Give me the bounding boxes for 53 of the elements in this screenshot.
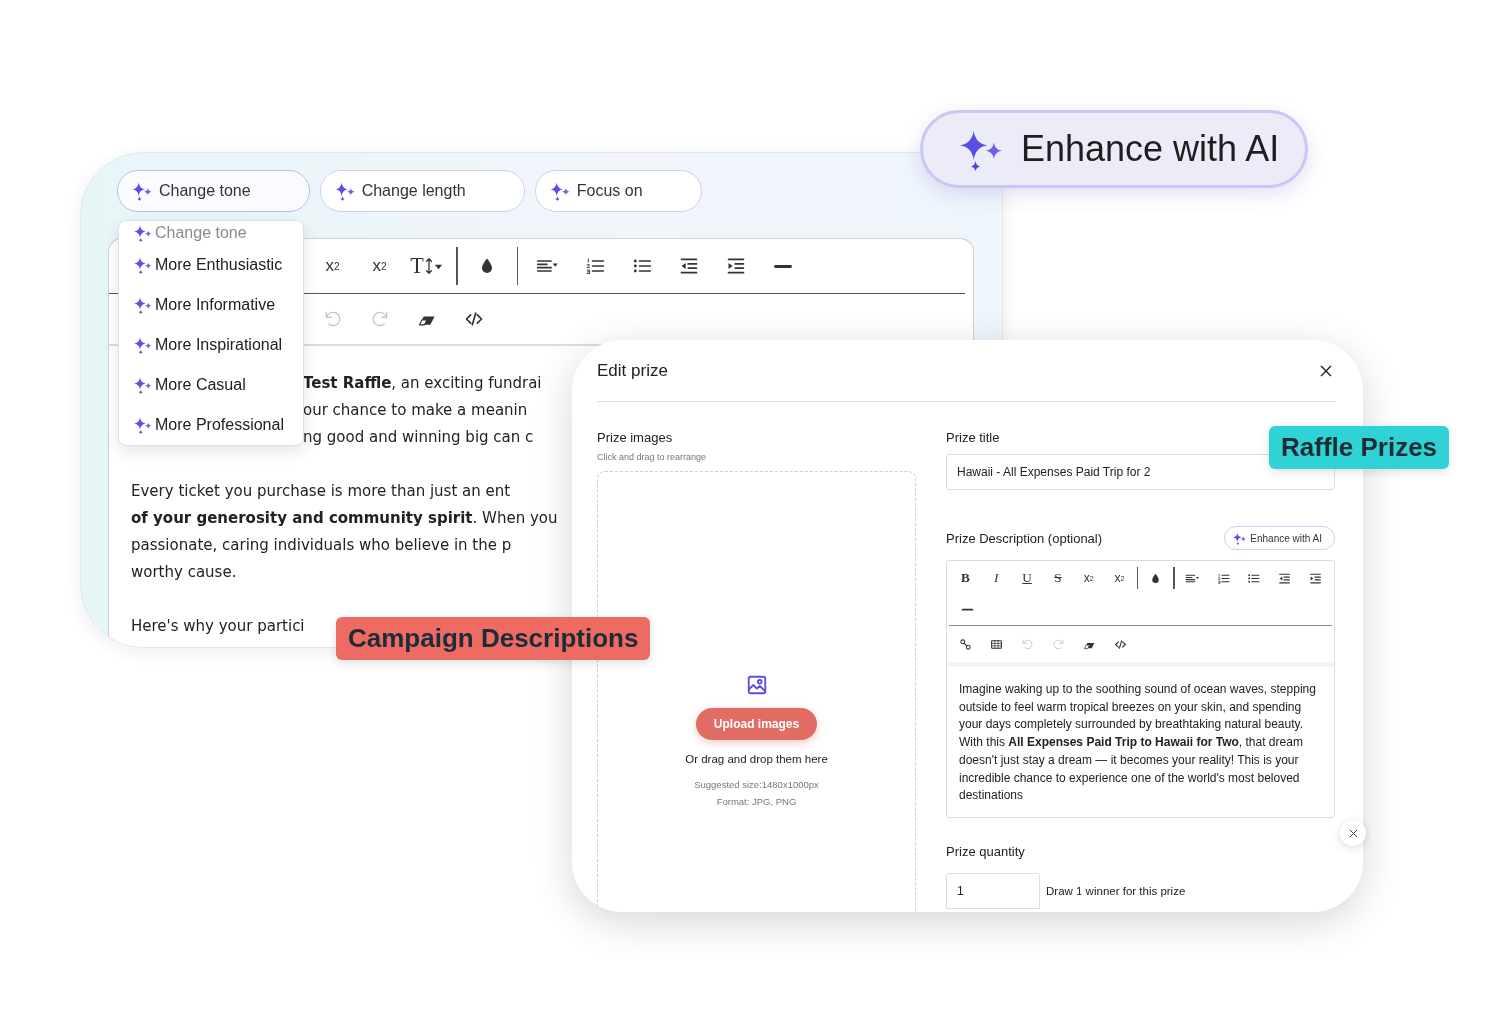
field-label: Prize images (597, 430, 674, 445)
up-down-arrow-icon (424, 256, 433, 276)
menu-item[interactable]: More Informative (134, 285, 303, 325)
enhance-with-ai-button[interactable]: Enhance with AI (1224, 526, 1335, 550)
paragraph-line: our chance to make a meanin (303, 400, 528, 421)
paragraph-line: Test Raffle, an exciting fundrai (303, 373, 542, 394)
menu-item[interactable]: More Casual (134, 365, 303, 405)
field-label: Prize Description (optional) (946, 530, 1103, 546)
sparkle-icon (134, 416, 152, 434)
paragraph-line: passionate, caring individuals who believe in the p (131, 535, 512, 556)
field-label: Prize quantity (946, 843, 1026, 859)
menu-item[interactable]: More Professional (134, 405, 303, 445)
drop-text: Or drag and drop them here (685, 753, 828, 765)
font-size-button[interactable]: T (403, 246, 450, 286)
dialog-title: Edit prize (597, 360, 668, 381)
quantity-note: Draw 1 winner for this prize (1046, 884, 1186, 897)
sparkle-icon (132, 181, 152, 201)
sparkle-icon (549, 181, 570, 201)
caption-tag: Campaign Descriptions (336, 617, 651, 660)
sparkle-icon (134, 296, 152, 314)
sparkle-icon (1233, 531, 1247, 545)
description-text[interactable]: Imagine waking up to the soothing sound of ocean waves, stepping outside to feel warm tropical breezes on your skin, and spending your days completely surrounded by breathtaking natural beauty. With this All Expenses Paid Trip to Hawaii for Two, that dream doesn't just stay a dream — it becomes your reality! This is your incredible chance to experience one of the world's most beloved destinations (947, 662, 1334, 817)
ai-action-button[interactable]: Change tone (117, 170, 310, 212)
sparkle-icon (134, 376, 152, 394)
paragraph-line: of your generosity and community spirit. When you (131, 508, 558, 529)
quantity-field[interactable]: 1 (946, 872, 1040, 909)
close-icon (1347, 827, 1359, 839)
italic-button[interactable]: I (980, 564, 1012, 592)
paragraph-line: worthy cause. (131, 562, 237, 583)
ai-action-button[interactable]: Focus on (534, 170, 702, 212)
strike-button[interactable]: S (1042, 564, 1074, 592)
underline-button[interactable]: U (1011, 564, 1043, 592)
menu-heading: Change tone (134, 221, 303, 245)
format-note: Format: JPG, PNG (716, 796, 797, 807)
bold-button[interactable]: B (950, 564, 981, 592)
caption-tag: Raffle Prizes (1269, 426, 1450, 469)
hint-text: Click and drag to rearrange (597, 452, 708, 462)
image-icon (745, 674, 768, 696)
field-label: Prize title (946, 430, 1001, 445)
superscript-button[interactable]: x$^{2}$ (1104, 564, 1135, 592)
sparkle-icon (134, 224, 152, 242)
badge-title: Enhance with AI (1021, 128, 1280, 170)
menu-item[interactable]: More Enthusiastic (134, 245, 303, 285)
paragraph-line: Here's why your partici (131, 616, 305, 637)
menu-item[interactable]: More Inspirational (134, 325, 303, 365)
sparkle-icon (334, 181, 355, 201)
paragraph-line: Every ticket you purchase is more than just an ent (131, 481, 511, 502)
sparkle-icon (134, 336, 152, 354)
sparkle-icon (134, 256, 152, 274)
paragraph-line: ng good and winning big can c (303, 427, 534, 448)
superscript-button[interactable]: x$^{2}$ (356, 246, 403, 286)
size-note: Suggested size:1480x1000px (694, 779, 819, 790)
ai-action-button[interactable]: Change length (319, 170, 525, 212)
